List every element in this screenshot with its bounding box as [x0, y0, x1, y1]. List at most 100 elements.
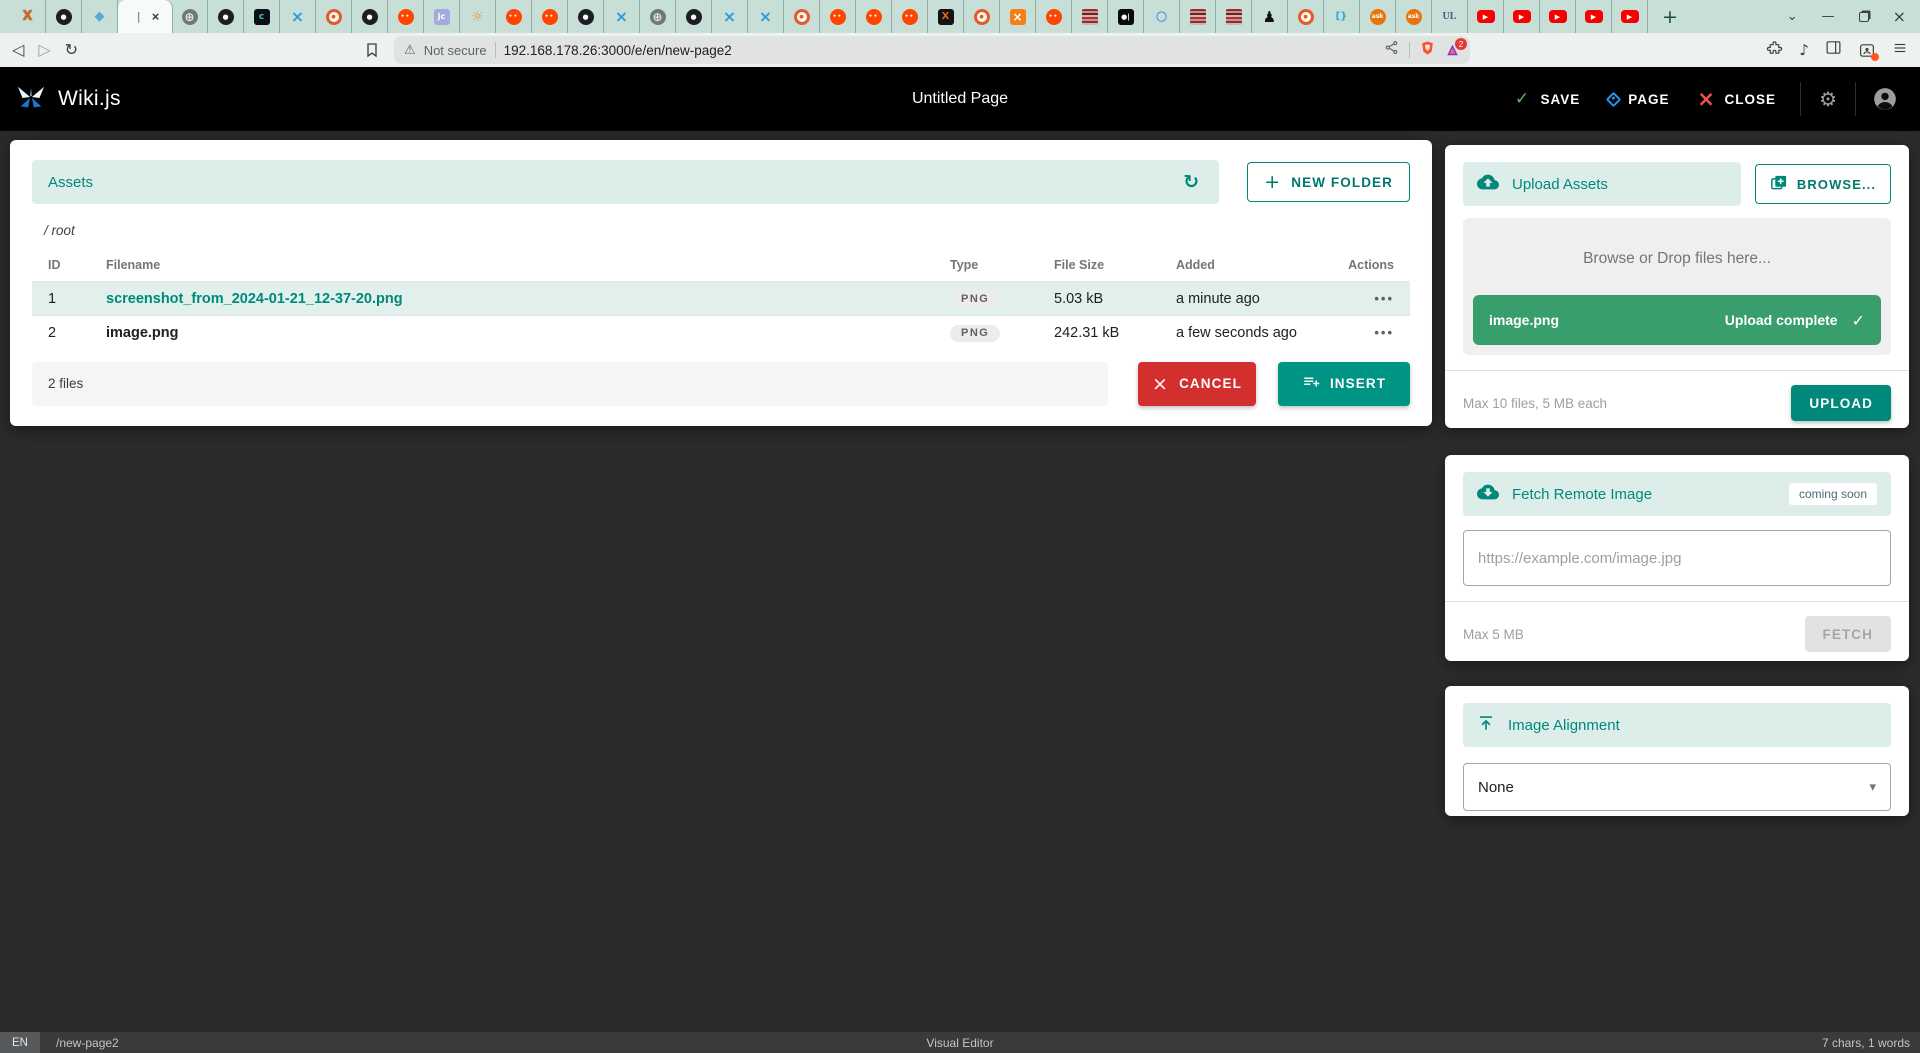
browser-tab[interactable] — [1576, 0, 1612, 33]
browser-tab[interactable] — [280, 0, 316, 33]
browser-tab[interactable] — [316, 0, 352, 33]
fetch-button[interactable]: FETCH — [1805, 616, 1892, 652]
dropzone[interactable]: Browse or Drop files here... image.png U… — [1463, 218, 1891, 355]
browser-tab[interactable] — [388, 0, 424, 33]
cell-filename[interactable]: screenshot_from_2024-01-21_12-37-20.png — [98, 282, 942, 316]
close-window-button[interactable]: × — [1893, 7, 1906, 26]
header-action-button[interactable]: PAGE — [1594, 82, 1683, 117]
browser-tab[interactable] — [1324, 0, 1360, 33]
browser-tab[interactable] — [712, 0, 748, 33]
restore-button[interactable] — [1859, 12, 1869, 22]
browser-tab[interactable] — [1504, 0, 1540, 33]
browser-tab[interactable] — [1144, 0, 1180, 33]
browser-tab[interactable] — [856, 0, 892, 33]
remote-image-url-input[interactable] — [1463, 530, 1891, 586]
upload-button[interactable]: UPLOAD — [1791, 385, 1891, 421]
row-actions-icon[interactable] — [1374, 291, 1394, 306]
brave-shields-icon[interactable] — [1420, 40, 1435, 61]
tab-favicon-icon — [1046, 9, 1062, 25]
browser-tab[interactable] — [352, 0, 388, 33]
url-text[interactable]: 192.168.178.26:3000/e/en/new-page2 — [504, 43, 1376, 58]
browser-tab[interactable] — [460, 0, 496, 33]
refresh-icon[interactable]: ↻ — [1173, 164, 1209, 200]
browser-tab[interactable] — [1036, 0, 1072, 33]
table-row[interactable]: 1 screenshot_from_2024-01-21_12-37-20.pn… — [32, 282, 1410, 316]
locale-selector[interactable]: EN — [0, 1032, 40, 1053]
tab-favicon-icon — [542, 9, 558, 25]
word-count: 7 chars, 1 words — [1822, 1036, 1920, 1050]
browser-tab[interactable] — [1072, 0, 1108, 33]
profile-icon[interactable] — [1858, 42, 1876, 59]
alignment-select[interactable]: None ▾ — [1463, 763, 1891, 811]
browser-tab[interactable] — [748, 0, 784, 33]
new-folder-button[interactable]: + NEW FOLDER — [1247, 162, 1410, 202]
browser-tab[interactable] — [1432, 0, 1468, 33]
row-actions-icon[interactable] — [1374, 325, 1394, 340]
browser-tab[interactable] — [784, 0, 820, 33]
cell-filename[interactable]: image.png — [98, 316, 942, 350]
table-row[interactable]: 2 image.png PNG 242.31 kB a few seconds … — [32, 316, 1410, 350]
browser-tab[interactable] — [1396, 0, 1432, 33]
tab-favicon-icon — [1406, 9, 1422, 25]
header-action-icon — [1514, 90, 1532, 108]
browser-tab[interactable] — [118, 0, 172, 33]
browser-tab[interactable] — [208, 0, 244, 33]
cell-size: 5.03 kB — [1046, 282, 1168, 316]
browse-button[interactable]: BROWSE... — [1755, 164, 1891, 204]
brand[interactable]: Wiki.js — [16, 85, 121, 114]
browser-tab[interactable] — [1000, 0, 1036, 33]
share-icon[interactable] — [1384, 40, 1399, 60]
browser-tab[interactable] — [676, 0, 712, 33]
browser-tab[interactable] — [424, 0, 460, 33]
back-button[interactable]: ◁ — [12, 42, 24, 58]
browser-tab[interactable] — [1180, 0, 1216, 33]
extensions-puzzle-icon[interactable] — [1766, 39, 1783, 61]
bookmark-icon[interactable] — [364, 42, 380, 58]
forward-button[interactable]: ▷ — [38, 42, 50, 58]
browser-tab[interactable] — [172, 0, 208, 33]
cancel-button[interactable]: × CANCEL — [1138, 362, 1256, 406]
account-icon[interactable] — [1866, 86, 1904, 112]
new-tab-button[interactable]: + — [1662, 6, 1678, 28]
browser-tab[interactable] — [820, 0, 856, 33]
browser-tab[interactable] — [1360, 0, 1396, 33]
browser-tab[interactable] — [964, 0, 1000, 33]
browser-tab[interactable] — [1288, 0, 1324, 33]
media-control-icon[interactable]: ♪ — [1799, 43, 1809, 58]
breadcrumb[interactable]: / root — [44, 223, 1410, 238]
gear-icon[interactable]: ⚙ — [1811, 87, 1845, 111]
address-bar[interactable]: ⚠ Not secure 192.168.178.26:3000/e/en/ne… — [394, 36, 1470, 64]
insert-button[interactable]: INSERT — [1278, 362, 1410, 406]
browser-tab[interactable] — [1252, 0, 1288, 33]
browser-menu-icon[interactable] — [1892, 41, 1908, 60]
upload-status: Upload complete — [1725, 312, 1838, 328]
browser-tab[interactable] — [496, 0, 532, 33]
browser-tab[interactable] — [1108, 0, 1144, 33]
browser-tab[interactable] — [1540, 0, 1576, 33]
browser-tab[interactable] — [1216, 0, 1252, 33]
app-name: Wiki.js — [58, 87, 121, 111]
browser-tab[interactable] — [1468, 0, 1504, 33]
reload-button[interactable]: ↻ — [65, 42, 78, 58]
browser-tab[interactable] — [10, 0, 46, 33]
browser-tab[interactable] — [244, 0, 280, 33]
sidebar-icon[interactable] — [1825, 39, 1842, 61]
header-action-button[interactable]: SAVE — [1500, 80, 1595, 118]
browser-tab[interactable] — [568, 0, 604, 33]
tab-search-chevron-icon[interactable]: ⌄ — [1787, 9, 1798, 24]
browser-tab[interactable] — [892, 0, 928, 33]
browser-tab[interactable] — [928, 0, 964, 33]
browser-tab[interactable] — [604, 0, 640, 33]
browser-tab[interactable] — [640, 0, 676, 33]
browser-tab[interactable] — [46, 0, 82, 33]
editor-mode-label: Visual Editor — [926, 1036, 993, 1050]
browser-tab[interactable] — [532, 0, 568, 33]
browser-tab[interactable] — [1612, 0, 1648, 33]
header-action-button[interactable]: CLOSE — [1684, 80, 1791, 118]
extension-icon[interactable]: 2 — [1445, 43, 1460, 57]
minimize-button[interactable]: — — [1822, 9, 1835, 24]
browser-tab[interactable] — [82, 0, 118, 33]
column-header: File Size — [1046, 251, 1168, 282]
security-label[interactable]: Not secure — [424, 43, 487, 58]
tab-favicon-icon — [1190, 9, 1206, 25]
